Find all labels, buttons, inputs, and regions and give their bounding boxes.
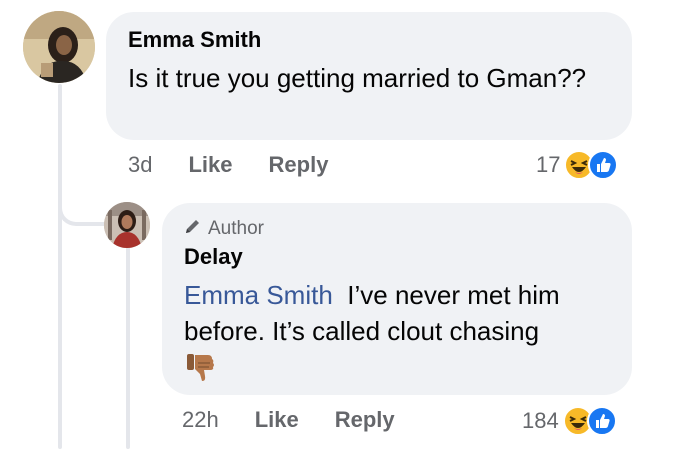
comment-text: Is it true you getting married to Gman?? — [128, 63, 587, 93]
comment-timestamp[interactable]: 3d — [128, 152, 152, 178]
avatar[interactable] — [23, 11, 95, 83]
reply-author[interactable]: Delay — [184, 243, 610, 271]
comment-bubble: Emma Smith Is it true you getting marrie… — [106, 12, 632, 140]
thumbs-down-emoji — [184, 351, 610, 390]
reply-button[interactable]: Reply — [269, 152, 329, 178]
reply-avatar[interactable] — [104, 202, 150, 248]
reply-reaction-summary[interactable]: 184 — [522, 406, 617, 436]
reaction-count: 184 — [522, 408, 559, 433]
like-reaction-icon — [588, 150, 619, 180]
reply-bubble: Author Delay Emma Smith I’ve never met h… — [162, 203, 632, 395]
author-badge-label: Author — [208, 218, 264, 239]
reply-connector — [58, 150, 104, 226]
pencil-icon — [184, 217, 202, 241]
thread-line — [58, 84, 62, 449]
like-reaction-icon — [586, 406, 617, 436]
comment-actions: 3d Like Reply — [128, 152, 364, 178]
reaction-summary[interactable]: 17 — [536, 150, 619, 180]
author-badge: Author — [184, 217, 610, 241]
mention-link[interactable]: Emma Smith — [184, 280, 333, 310]
reply-thread-line — [126, 246, 130, 449]
reply-text-block: Emma Smith I’ve never met him before. It… — [184, 277, 610, 349]
like-button[interactable]: Like — [188, 152, 232, 178]
reply-actions: 22h Like Reply — [182, 407, 431, 433]
like-button[interactable]: Like — [255, 407, 299, 433]
reaction-count: 17 — [536, 152, 561, 177]
comment-author[interactable]: Emma Smith — [128, 26, 610, 54]
reply-button[interactable]: Reply — [335, 407, 395, 433]
reply-timestamp[interactable]: 22h — [182, 407, 219, 433]
